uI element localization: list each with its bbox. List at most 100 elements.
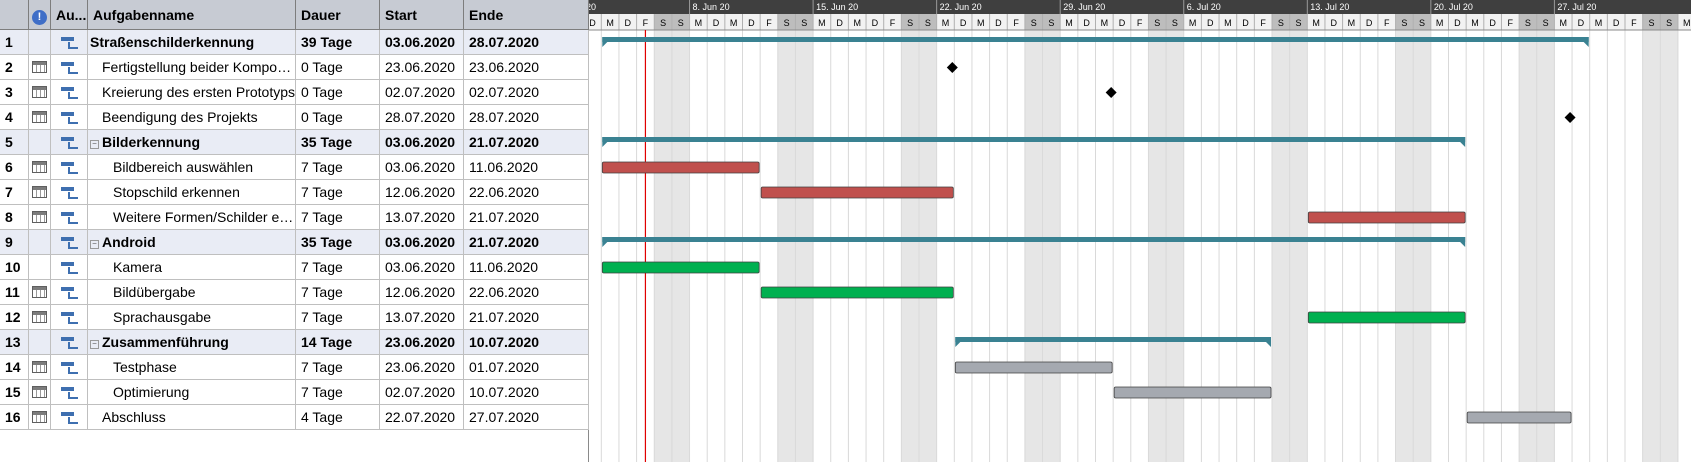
task-mode-cell[interactable] [51, 80, 88, 105]
task-name-cell[interactable]: Testphase [88, 355, 296, 380]
gantt-chart[interactable]: Jun 20 8. Jun 20 15. Jun 20 22. Jun 20 29. J… [589, 0, 1691, 462]
task-id-cell[interactable]: 10 [0, 255, 29, 280]
task-mode-cell[interactable] [51, 405, 88, 430]
column-header-indicators[interactable]: ! [29, 0, 51, 30]
task-end-cell[interactable]: 22.06.2020 [464, 180, 589, 205]
task-end-cell[interactable]: 02.07.2020 [464, 80, 589, 105]
task-id-cell[interactable]: 12 [0, 305, 29, 330]
task-id-cell[interactable]: 1 [0, 30, 29, 55]
task-name-cell[interactable]: Optimierung [88, 380, 296, 405]
task-mode-cell[interactable] [51, 205, 88, 230]
task-id-cell[interactable]: 13 [0, 330, 29, 355]
task-start-cell[interactable]: 12.06.2020 [380, 280, 464, 305]
task-duration-cell[interactable]: 35 Tage [296, 130, 380, 155]
task-end-cell[interactable]: 28.07.2020 [464, 30, 589, 55]
task-end-cell[interactable]: 23.06.2020 [464, 55, 589, 80]
task-id-cell[interactable]: 15 [0, 380, 29, 405]
task-row[interactable]: 8 Weitere Formen/Schilder erk... 7 Tage 13.… [0, 205, 589, 230]
task-duration-cell[interactable]: 4 Tage [296, 405, 380, 430]
task-row[interactable]: 16 Abschluss 4 Tage 22.07.2020 27.07.2020 [0, 405, 589, 430]
task-id-cell[interactable]: 4 [0, 105, 29, 130]
task-name-cell[interactable]: Fertigstellung beider Kompone... [88, 55, 296, 80]
task-row[interactable]: 5 − Bilderkennung 35 Tage 03.06.2020 21.07.20… [0, 130, 589, 155]
task-mode-cell[interactable] [51, 155, 88, 180]
task-row[interactable]: 1 Straßenschilderkennung 39 Tage 03.06.2020… [0, 30, 589, 55]
task-bar[interactable] [1113, 386, 1272, 399]
task-end-cell[interactable]: 21.07.2020 [464, 230, 589, 255]
task-start-cell[interactable]: 03.06.2020 [380, 255, 464, 280]
task-end-cell[interactable]: 22.06.2020 [464, 280, 589, 305]
task-row[interactable]: 6 Bildbereich auswählen 7 Tage 03.06.2020 11… [0, 155, 589, 180]
task-duration-cell[interactable]: 7 Tage [296, 180, 380, 205]
task-duration-cell[interactable]: 0 Tage [296, 105, 380, 130]
task-name-cell[interactable]: Beendigung des Projekts [88, 105, 296, 130]
task-mode-cell[interactable] [51, 230, 88, 255]
task-end-cell[interactable]: 27.07.2020 [464, 405, 589, 430]
task-start-cell[interactable]: 23.06.2020 [380, 355, 464, 380]
task-end-cell[interactable]: 10.07.2020 [464, 380, 589, 405]
task-mode-cell[interactable] [51, 280, 88, 305]
summary-bar[interactable] [955, 337, 1271, 342]
task-name-cell[interactable]: Kreierung des ersten Prototyps [88, 80, 296, 105]
task-start-cell[interactable]: 13.07.2020 [380, 205, 464, 230]
task-row[interactable]: 4 Beendigung des Projekts 0 Tage 28.07.2020… [0, 105, 589, 130]
task-id-cell[interactable]: 9 [0, 230, 29, 255]
task-mode-cell[interactable] [51, 180, 88, 205]
task-id-cell[interactable]: 5 [0, 130, 29, 155]
collapse-toggle-icon[interactable]: − [90, 240, 99, 249]
column-header-id[interactable] [0, 0, 29, 30]
task-end-cell[interactable]: 01.07.2020 [464, 355, 589, 380]
task-row[interactable]: 2 Fertigstellung beider Kompone... 0 Tage 2… [0, 55, 589, 80]
task-id-cell[interactable]: 3 [0, 80, 29, 105]
task-name-cell[interactable]: Stopschild erkennen [88, 180, 296, 205]
task-bar[interactable] [601, 161, 760, 174]
task-end-cell[interactable]: 28.07.2020 [464, 105, 589, 130]
task-name-cell[interactable]: − Android [88, 230, 296, 255]
task-start-cell[interactable]: 13.07.2020 [380, 305, 464, 330]
task-row[interactable]: 13 − Zusammenführung 14 Tage 23.06.2020 10.07… [0, 330, 589, 355]
task-duration-cell[interactable]: 7 Tage [296, 205, 380, 230]
task-row[interactable]: 3 Kreierung des ersten Prototyps 0 Tage 02.… [0, 80, 589, 105]
task-id-cell[interactable]: 7 [0, 180, 29, 205]
task-row[interactable]: 14 Testphase 7 Tage 23.06.2020 01.07.2020 [0, 355, 589, 380]
task-start-cell[interactable]: 03.06.2020 [380, 155, 464, 180]
task-id-cell[interactable]: 14 [0, 355, 29, 380]
task-mode-cell[interactable] [51, 355, 88, 380]
task-duration-cell[interactable]: 7 Tage [296, 255, 380, 280]
task-duration-cell[interactable]: 7 Tage [296, 380, 380, 405]
task-duration-cell[interactable]: 14 Tage [296, 330, 380, 355]
task-name-cell[interactable]: Straßenschilderkennung [88, 30, 296, 55]
task-mode-cell[interactable] [51, 330, 88, 355]
collapse-toggle-icon[interactable]: − [90, 140, 99, 149]
task-start-cell[interactable]: 02.07.2020 [380, 380, 464, 405]
task-name-cell[interactable]: Bildübergabe [88, 280, 296, 305]
task-name-cell[interactable]: Kamera [88, 255, 296, 280]
task-bar[interactable] [760, 286, 954, 299]
column-header-name[interactable]: Aufgabenname [88, 0, 296, 30]
task-name-cell[interactable]: Sprachausgabe [88, 305, 296, 330]
summary-bar[interactable] [602, 37, 1589, 42]
task-start-cell[interactable]: 23.06.2020 [380, 55, 464, 80]
task-bar[interactable] [1466, 411, 1572, 424]
task-id-cell[interactable]: 16 [0, 405, 29, 430]
task-duration-cell[interactable]: 0 Tage [296, 80, 380, 105]
task-start-cell[interactable]: 28.07.2020 [380, 105, 464, 130]
task-id-cell[interactable]: 2 [0, 55, 29, 80]
task-mode-cell[interactable] [51, 105, 88, 130]
task-bar[interactable] [1307, 311, 1466, 324]
task-start-cell[interactable]: 22.07.2020 [380, 405, 464, 430]
task-start-cell[interactable]: 03.06.2020 [380, 230, 464, 255]
task-row[interactable]: 10 Kamera 7 Tage 03.06.2020 11.06.2020 [0, 255, 589, 280]
task-name-cell[interactable]: − Zusammenführung [88, 330, 296, 355]
task-end-cell[interactable]: 21.07.2020 [464, 130, 589, 155]
task-start-cell[interactable]: 23.06.2020 [380, 330, 464, 355]
task-row[interactable]: 11 Bildübergabe 7 Tage 12.06.2020 22.06.2020 [0, 280, 589, 305]
task-row[interactable]: 9 − Android 35 Tage 03.06.2020 21.07.2020 [0, 230, 589, 255]
column-header-mode[interactable]: Au... [51, 0, 88, 30]
task-bar[interactable] [954, 361, 1113, 374]
task-end-cell[interactable]: 11.06.2020 [464, 155, 589, 180]
task-duration-cell[interactable]: 7 Tage [296, 305, 380, 330]
task-bar[interactable] [601, 261, 760, 274]
task-start-cell[interactable]: 03.06.2020 [380, 30, 464, 55]
task-mode-cell[interactable] [51, 255, 88, 280]
